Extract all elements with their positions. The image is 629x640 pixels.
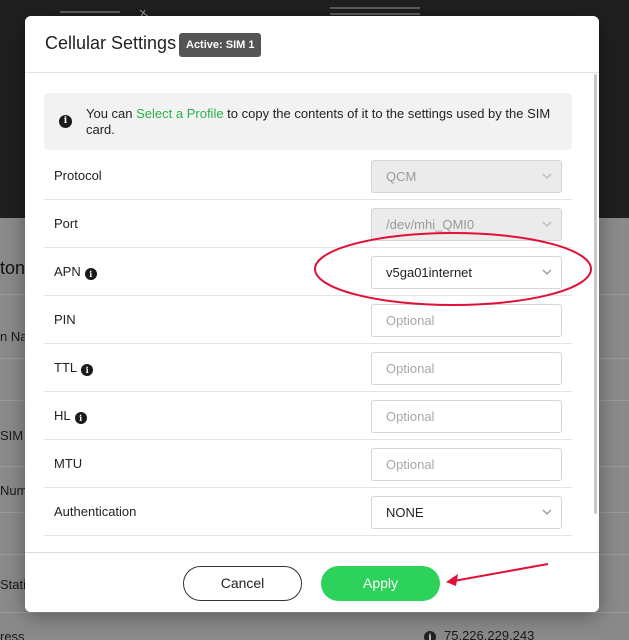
background-ip-address: i 75.226.229.243 [424,628,534,640]
port-label: Port [54,216,78,231]
background-row-label: n Na [0,329,28,344]
hl-input[interactable] [386,402,556,431]
port-row: Port /dev/mhi_QMI0 [44,200,572,248]
info-icon[interactable]: i [81,364,94,376]
background-row-label: Num [0,483,28,498]
background-row-label: Stati [0,577,27,592]
pin-label: PIN [54,312,76,327]
apn-value: v5ga01internet [386,265,473,280]
info-text: You can Select a Profile to copy the con… [86,106,556,138]
pin-row: PIN [44,296,572,344]
mtu-label: MTU [54,456,83,471]
authentication-select[interactable]: NONE [371,496,562,529]
hl-label: HL [54,408,71,423]
cellular-settings-dialog: Cellular Settings Active: SIM 1 i You ca… [25,16,599,612]
apn-label: APN [54,264,81,279]
info-icon: i [424,630,436,640]
background-row-label: SIM [0,428,24,443]
ttl-input[interactable] [386,354,556,383]
protocol-value: QCM [386,169,417,184]
background-title: ton [0,258,26,278]
ip-value: 75.226.229.243 [444,628,535,640]
dialog-header: Cellular Settings Active: SIM 1 [25,16,599,73]
apn-row: APN i v5ga01internet [44,248,572,296]
ttl-field-wrap [371,352,562,385]
select-profile-link[interactable]: Select a Profile [136,106,223,121]
mtu-field-wrap [371,448,562,481]
info-notice: i You can Select a Profile to copy the c… [44,93,572,150]
background-row-label: ress [0,629,25,640]
info-icon[interactable]: i [84,268,97,280]
authentication-row: Authentication NONE [44,488,572,536]
chevron-down-icon [542,509,552,515]
apply-button[interactable]: Apply [321,566,440,601]
apn-label-wrap: APN i [54,248,97,296]
protocol-select: QCM [371,160,562,193]
hl-row: HL i [44,392,572,440]
ttl-label-wrap: TTL i [54,344,94,392]
port-select: /dev/mhi_QMI0 [371,208,562,241]
cancel-button[interactable]: Cancel [183,566,302,601]
authentication-value: NONE [386,505,424,520]
info-icon: i [59,115,72,128]
chevron-down-icon [542,269,552,275]
authentication-label: Authentication [54,504,137,519]
ttl-row: TTL i [44,344,572,392]
info-text-before: You can [86,106,137,121]
mtu-row: MTU [44,440,572,488]
hl-label-wrap: HL i [54,392,87,440]
apn-select[interactable]: v5ga01internet [371,256,562,289]
background-divider [0,612,629,613]
dialog-footer: Cancel Apply [25,552,599,612]
ttl-label: TTL [54,360,78,375]
port-value: /dev/mhi_QMI0 [386,217,475,232]
pin-field-wrap [371,304,562,337]
pin-input[interactable] [386,306,556,335]
dialog-scrollbar[interactable] [594,74,597,514]
mtu-input[interactable] [386,450,556,479]
protocol-label: Protocol [54,168,102,183]
chevron-down-icon [542,221,552,227]
protocol-row: Protocol QCM [44,152,572,200]
active-sim-badge: Active: SIM 1 [179,33,262,57]
info-icon[interactable]: i [74,412,87,424]
dialog-body[interactable]: i You can Select a Profile to copy the c… [25,74,599,552]
chevron-down-icon [542,173,552,179]
hl-field-wrap [371,400,562,433]
dialog-title: Cellular Settings [45,33,177,53]
